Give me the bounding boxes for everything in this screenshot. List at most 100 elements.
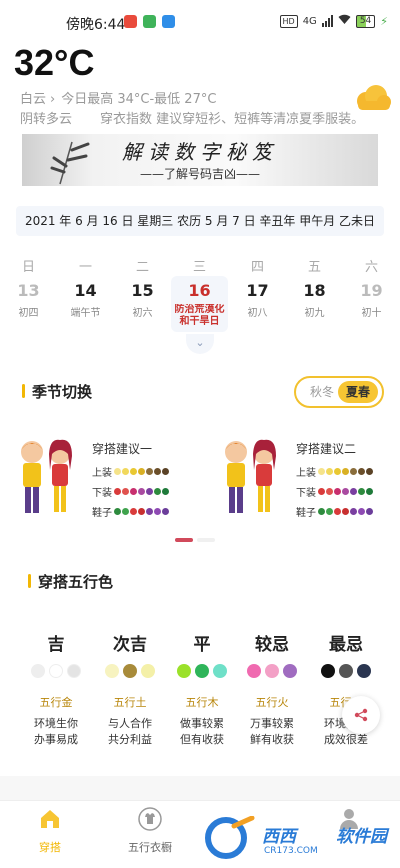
wifi-icon [338, 14, 351, 28]
chevron-right-icon: › [50, 92, 56, 107]
banner-title: 解读数字秘笈 [122, 140, 278, 164]
weekday-label: 一 [78, 260, 92, 275]
element-desc: 办事易成 [34, 733, 78, 746]
color-swatch [334, 508, 341, 515]
color-swatch [154, 488, 161, 495]
five-element-column: 吉五行金 环境生你 办事易成 [20, 630, 92, 746]
day-number: 14 [74, 281, 97, 300]
color-swatch [122, 468, 129, 475]
color-swatch [366, 488, 373, 495]
color-swatch [154, 508, 161, 515]
color-swatch [141, 664, 155, 678]
five-elements-section-title: 穿搭五行色 [38, 573, 114, 591]
signal-icon [321, 15, 333, 27]
element-label: 五行金 [39, 696, 73, 709]
color-swatch [130, 488, 137, 495]
color-swatches [94, 664, 166, 678]
element-desc: 成效很差 [324, 733, 368, 746]
color-swatch [283, 664, 297, 678]
lunar-label: 初十 [361, 308, 382, 319]
couple-illustration [225, 439, 276, 513]
share-button[interactable] [342, 696, 380, 734]
color-swatches [236, 664, 308, 678]
lunar-label: 防治荒漠化和干旱日 [174, 304, 225, 327]
color-swatch [318, 468, 325, 475]
calendar-day[interactable]: 六 19 初十 [343, 256, 400, 319]
lunar-label: 初八 [247, 308, 268, 319]
calendar-day[interactable]: 四 17 初八 [229, 256, 286, 319]
color-swatch [114, 508, 121, 515]
weekday-label: 三 [192, 260, 206, 275]
color-swatch [326, 468, 333, 475]
color-swatch [339, 664, 353, 678]
weekday-label: 二 [135, 260, 149, 275]
battery-icon: 54 [355, 14, 376, 28]
color-swatch [334, 468, 341, 475]
weekday-label: 六 [364, 260, 378, 275]
luck-level: 较忌 [255, 635, 289, 655]
weekday-label: 日 [21, 260, 35, 275]
nav-item-wardrobe[interactable]: 五行衣橱 [110, 807, 190, 855]
watermark-url: CR173.COM [264, 846, 318, 856]
outfit-suggestion-card[interactable]: 穿搭建议一 上装 下装 鞋子 [6, 436, 206, 526]
five-element-column: 较忌 五行火 万事较累 鲜有收获 [236, 630, 308, 746]
lunar-label: 初四 [18, 308, 39, 319]
color-swatch [123, 664, 137, 678]
color-swatches [310, 664, 382, 678]
calendar-day[interactable]: 二 15 初六 [114, 256, 171, 319]
color-swatch [114, 488, 121, 495]
color-swatches [166, 664, 238, 678]
app-icon-green [143, 15, 156, 28]
season-section-title: 季节切换 [32, 383, 93, 401]
color-swatch [49, 664, 63, 678]
calendar-day[interactable]: 三 16 防治荒漠化和干旱日 [171, 256, 228, 330]
luck-level: 平 [193, 635, 211, 655]
color-swatch [114, 468, 121, 475]
garment-label: 下装 [92, 488, 112, 499]
pager-dot [197, 538, 215, 542]
color-swatch [342, 508, 349, 515]
color-swatch [146, 508, 153, 515]
status-indicators: HD 4G 54 ⚡ [279, 14, 388, 28]
pager-dot-active [175, 538, 193, 542]
calendar-day[interactable]: 日 13 初四 [0, 256, 57, 319]
color-swatches [20, 664, 92, 678]
calendar-day[interactable]: 五 18 初九 [286, 256, 343, 319]
home-icon [41, 810, 59, 828]
element-desc: 万事较累 [250, 717, 294, 730]
color-swatch [358, 488, 365, 495]
day-number: 17 [246, 281, 269, 300]
outfit-title: 穿搭建议一 [92, 442, 153, 456]
five-element-column: 次吉 五行土 与人合作 共分利益 [94, 630, 166, 746]
lunar-label: 端午节 [70, 308, 101, 319]
lunar-label: 初六 [132, 308, 153, 319]
season-option-summer-spring[interactable]: 夏春 [338, 381, 378, 403]
color-swatch [154, 468, 161, 475]
season-toggle[interactable]: 秋冬 夏春 [294, 376, 384, 408]
day-number: 15 [131, 281, 154, 300]
today-range: 今日最高 34°C-最低 27°C [61, 92, 217, 107]
promo-banner[interactable]: 解读数字秘笈 ——了解号码吉凶—— [22, 134, 378, 186]
color-swatch [130, 508, 137, 515]
element-desc: 与人合作 [108, 717, 152, 730]
color-swatch [162, 488, 169, 495]
day-number: 16 [188, 281, 211, 300]
color-swatch [247, 664, 261, 678]
garment-label: 上装 [296, 468, 316, 479]
color-swatch [162, 468, 169, 475]
color-swatch [138, 488, 145, 495]
color-swatch [195, 664, 209, 678]
weather-summary[interactable]: 白云 › 今日最高 34°C-最低 27°C [20, 88, 216, 107]
nav-item-outfit[interactable]: 穿搭 [10, 807, 90, 855]
element-label: 五行火 [255, 696, 289, 709]
calendar-day[interactable]: 一 14 端午节 [57, 256, 114, 319]
weekday-label: 四 [250, 260, 264, 275]
element-label: 五行木 [185, 696, 219, 709]
color-swatch [122, 488, 129, 495]
color-swatch [130, 468, 137, 475]
color-swatch [162, 508, 169, 515]
color-row: 上装 [296, 464, 373, 479]
season-option-autumn-winter[interactable]: 秋冬 [302, 381, 342, 403]
outfit-suggestion-card[interactable]: 穿搭建议二 上装 下装 鞋子 [210, 436, 400, 526]
color-swatch [146, 488, 153, 495]
